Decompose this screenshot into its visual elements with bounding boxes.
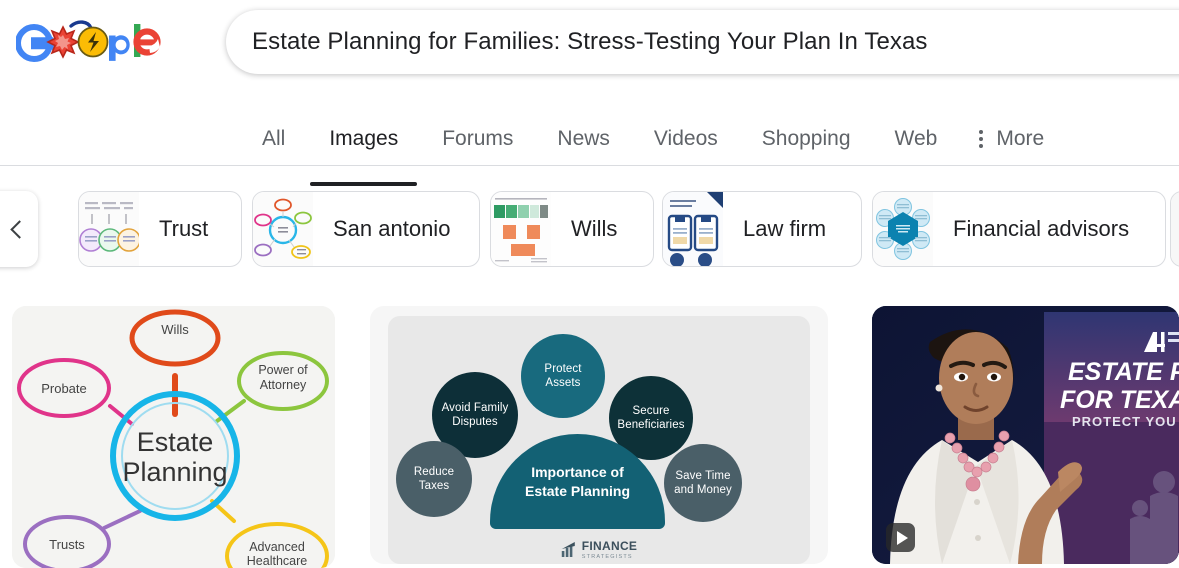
chip-wills-label: Wills [571, 216, 618, 241]
google-logo-svg [16, 20, 161, 63]
chip-partial-next[interactable] [1170, 191, 1179, 267]
more-label: More [996, 127, 1045, 150]
svg-text:Estate: Estate [137, 427, 214, 457]
tab-all[interactable]: All [240, 118, 307, 160]
bubble-save-time-and-money-label: Save Time and Money [674, 470, 732, 496]
chip-trust-label: Trust [159, 216, 209, 241]
finance-brand-name: FINANCE [581, 539, 638, 553]
chip-thumbnail-san-antonio [253, 192, 313, 266]
more-tools-button[interactable]: More [959, 118, 1054, 160]
bubble-reduce-taxes-label: Reduce Taxes [413, 466, 455, 492]
video-play-button[interactable] [886, 523, 915, 552]
image-result-texas-estate-planning-video[interactable]: ESTATE P FOR TEXAS PROTECT YOU [872, 306, 1179, 564]
svg-text:Attorney: Attorney [260, 378, 307, 392]
chips-scroll-left-button[interactable] [0, 191, 38, 267]
google-doodle-logo[interactable] [16, 18, 166, 68]
bubble-secure-beneficiaries-label: Secure Beneficiaries [617, 405, 685, 431]
tab-all-label: All [262, 127, 286, 150]
chip-law-firm[interactable]: Law firm [662, 191, 862, 267]
chevron-left-icon [10, 219, 29, 239]
chip-thumbnail-trust [79, 192, 139, 266]
vertical-dots-icon [979, 129, 984, 149]
bubble-save-time-and-money: Save Time and Money [664, 444, 742, 522]
tab-videos-label: Videos [653, 127, 718, 150]
video-banner-line1: ESTATE P [1068, 358, 1179, 386]
tab-news-label: News [557, 127, 610, 150]
bubble-protect-assets: Protect Assets [521, 334, 605, 418]
image-result-estate-planning-mind-map[interactable]: Estate Planning Wills Power of Attorney … [12, 306, 335, 568]
tab-shopping-label: Shopping [761, 127, 851, 150]
chip-thumbnail-law-firm [663, 192, 723, 266]
search-box[interactable]: Estate Planning for Families: Stress-Tes… [226, 10, 1179, 74]
dome-label: Importance of Estate Planning [524, 463, 631, 499]
svg-text:Trusts: Trusts [49, 537, 85, 552]
svg-text:Healthcare: Healthcare [247, 554, 307, 568]
svg-text:Planning: Planning [122, 457, 227, 487]
tab-web[interactable]: Web [873, 118, 960, 160]
chip-thumbnail-wills [491, 192, 551, 266]
chip-san-antonio[interactable]: San antonio [252, 191, 480, 267]
image-result-importance-of-estate-planning[interactable]: Protect Assets Avoid Family Disputes Secur… [370, 306, 828, 564]
svg-text:Power of: Power of [258, 363, 308, 377]
bubble-protect-assets-label: Protect Assets [544, 363, 582, 389]
importance-diagram-panel: Protect Assets Avoid Family Disputes Secur… [388, 316, 810, 564]
tab-images-label: Images [329, 127, 399, 150]
related-searches-chips: Trust San antonio Wills Law firm Financi… [0, 180, 1179, 280]
chip-san-antonio-label: San antonio [333, 216, 451, 241]
chip-law-firm-label: Law firm [743, 216, 827, 241]
bubble-reduce-taxes: Reduce Taxes [396, 441, 472, 517]
video-banner-line3: PROTECT YOU [1072, 414, 1177, 429]
tab-shopping[interactable]: Shopping [740, 118, 873, 160]
search-mode-tabs: All Images Forums News Videos Shopping W… [240, 118, 1054, 186]
header-divider [0, 165, 1179, 166]
finance-strategists-logo: FINANCE STRATEGISTS [561, 539, 637, 560]
tab-images[interactable]: Images [307, 118, 420, 186]
finance-brand-sub: STRATEGISTS [581, 554, 633, 560]
tab-web-label: Web [894, 127, 938, 150]
svg-text:Probate: Probate [41, 381, 87, 396]
play-icon [896, 530, 908, 545]
chip-wills[interactable]: Wills [490, 191, 654, 267]
chip-financial-advisors-label: Financial advisors [953, 216, 1130, 241]
search-input[interactable]: Estate Planning for Families: Stress-Tes… [252, 28, 928, 56]
tab-forums[interactable]: Forums [420, 118, 535, 160]
search-header: Estate Planning for Families: Stress-Tes… [0, 0, 1179, 186]
tab-forums-label: Forums [442, 127, 514, 150]
bar-chart-logo-icon [561, 541, 575, 557]
chip-financial-advisors[interactable]: Financial advisors [872, 191, 1166, 267]
chip-trust[interactable]: Trust [78, 191, 242, 267]
tab-news[interactable]: News [535, 118, 632, 160]
image-results-grid: Estate Planning Wills Power of Attorney … [0, 300, 1179, 568]
chip-thumbnail-financial-advisors [873, 192, 933, 266]
mind-map-graphic: Estate Planning Wills Power of Attorney … [12, 306, 335, 568]
video-banner-line2: FOR TEXAS [1060, 386, 1179, 414]
chip-thumbnail-partial [1171, 192, 1179, 266]
bubble-avoid-family-disputes-label: Avoid Family Disputes [441, 402, 509, 428]
video-thumbnail-graphic: ESTATE P FOR TEXAS PROTECT YOU [872, 306, 1179, 564]
tab-videos[interactable]: Videos [632, 118, 740, 160]
svg-text:Advanced: Advanced [249, 540, 305, 554]
svg-text:Wills: Wills [161, 322, 189, 337]
